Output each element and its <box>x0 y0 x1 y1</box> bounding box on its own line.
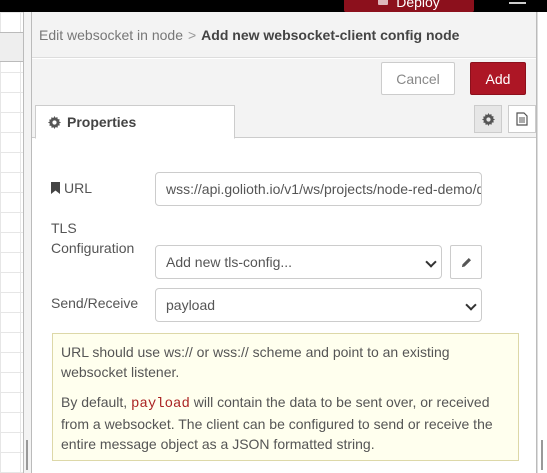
tls-label-line1: TLS <box>51 220 77 236</box>
tab-properties[interactable]: Properties <box>35 105 235 139</box>
tls-config-select[interactable]: Add new tls-config... <box>155 245 442 279</box>
sendrecv-value: payload <box>166 297 216 313</box>
breadcrumb-current: Add new websocket-client config node <box>201 26 460 43</box>
tls-label: TLS Configuration <box>51 218 134 258</box>
tls-config-value: Add new tls-config... <box>166 254 293 270</box>
chevron-down-icon <box>425 256 437 268</box>
edit-tls-config-button[interactable] <box>450 245 482 279</box>
breadcrumb: Edit websocket in node > Add new websock… <box>32 12 536 58</box>
breadcrumb-separator: > <box>187 26 197 43</box>
url-input[interactable]: wss://api.golioth.io/v1/ws/projects/node… <box>155 172 482 206</box>
url-label-text: URL <box>64 180 93 196</box>
add-button[interactable]: Add <box>470 62 526 95</box>
gear-icon <box>481 112 495 126</box>
tip-paragraph-1: URL should use ws:// or wss:// scheme an… <box>61 344 450 380</box>
cancel-button[interactable]: Cancel <box>381 62 455 95</box>
menu-icon[interactable] <box>509 0 526 6</box>
deploy-button[interactable]: Deploy <box>344 0 474 12</box>
deploy-label: Deploy <box>396 0 440 10</box>
help-tip: URL should use ws:// or wss:// scheme an… <box>52 333 519 461</box>
edit-tray: Edit websocket in node > Add new websock… <box>31 12 537 473</box>
sidebar-edge <box>537 12 547 473</box>
tab-bar: Properties <box>32 104 536 139</box>
tab-properties-label: Properties <box>67 114 137 130</box>
tls-label-line2: Configuration <box>51 240 135 256</box>
sendrecv-label: Send/Receive <box>51 295 139 311</box>
document-icon <box>516 112 528 126</box>
chevron-down-icon <box>465 299 477 311</box>
url-label: URL <box>51 178 92 198</box>
header-bar: Deploy <box>0 0 547 12</box>
resize-handle-right[interactable] <box>541 440 543 470</box>
workspace-canvas <box>0 12 24 473</box>
deploy-icon <box>378 0 389 5</box>
node-description-button[interactable] <box>508 105 536 133</box>
bookmark-icon <box>51 182 60 194</box>
sendrecv-select[interactable]: payload <box>155 288 482 322</box>
gear-icon <box>48 115 61 129</box>
node-settings-button[interactable] <box>474 105 502 133</box>
workspace-tab[interactable] <box>0 32 24 62</box>
resize-handle-left[interactable] <box>26 440 28 470</box>
pencil-icon <box>461 257 471 267</box>
breadcrumb-parent[interactable]: Edit websocket in node <box>39 27 183 43</box>
tray-toolbar: Cancel Add <box>32 59 536 104</box>
tip-p2-before: By default, <box>61 394 132 410</box>
tip-paragraph-2: By default, payload will contain the dat… <box>61 392 510 454</box>
tip-payload-code: payload <box>131 396 190 412</box>
